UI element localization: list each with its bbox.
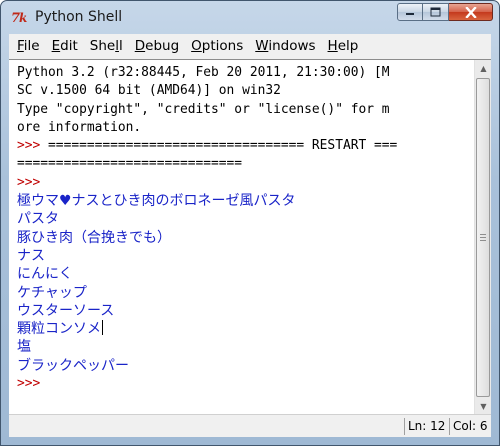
menu-windows[interactable]: Windows [249,34,321,59]
shell-editor[interactable]: Python 3.2 (r32:88445, Feb 20 2011, 21:3… [9,59,491,415]
scroll-down-arrow-icon: ▼ [480,402,487,411]
column-number-indicator: Col: 6 [449,418,489,435]
scroll-up-button[interactable]: ▲ [476,60,491,77]
menu-shell[interactable]: Shell [84,34,129,59]
restart-separator: ================================= RESTAR… [48,138,398,154]
scrollbar-thumb[interactable] [476,78,490,397]
scrollbar-grip-icon [480,233,486,241]
status-bar: Ln: 12 Col: 6 [9,414,491,437]
output-line: 極ウマ♥ナスとひき肉のボロネーゼ風パスタ [17,193,296,210]
python-idle-icon: 7 k [11,11,27,24]
text-cursor [102,320,103,336]
shell-input-prompt[interactable]: >>> [17,375,474,393]
maximize-icon [430,7,441,17]
output-line: ブラックペッパー [17,357,129,374]
maximize-button[interactable] [423,3,449,21]
shell-text-area[interactable]: Python 3.2 (r32:88445, Feb 20 2011, 21:3… [9,60,474,415]
window-title: Python Shell [35,9,123,25]
close-icon [464,6,477,18]
output-line: ウスターソース [17,302,115,319]
menu-debug[interactable]: Debug [129,34,185,59]
restart-prompt: >>> [17,138,49,154]
scroll-up-arrow-icon: ▲ [480,64,487,73]
menu-file[interactable]: File [9,34,46,59]
output-line: 顆粒コンソメ [17,321,101,338]
scroll-down-button[interactable]: ▼ [476,398,491,415]
menu-options[interactable]: Options [185,34,249,59]
restart-line: >>> ================================= RE… [17,137,474,155]
menu-bar: File Edit Shell Debug Options Windows He… [9,34,491,60]
output-line: パスタ [17,211,59,228]
output-line: 塩 [17,339,31,356]
output-line-with-cursor: 顆粒コンソメ [17,320,474,338]
svg-text:k: k [19,11,27,24]
output-line: にんにく [17,266,73,283]
close-button[interactable] [449,3,493,21]
banner-line: SC v.1500 64 bit (AMD64)] on win32 [17,83,281,99]
banner-line: ore information. [17,119,142,135]
minimize-icon [406,13,414,15]
vertical-scrollbar[interactable]: ▲ ▼ [474,60,491,415]
line-number-indicator: Ln: 12 [404,418,450,435]
menu-edit[interactable]: Edit [46,34,84,59]
output-line: ナス [17,247,45,264]
banner-line: Type "copyright", "credits" or "license(… [17,101,390,117]
restart-separator-continued: ============================= [17,156,243,172]
minimize-button[interactable] [397,3,423,21]
output-line: ケチャップ [17,284,87,301]
shell-prompt: >>> [17,174,41,190]
output-line: 豚ひき肉（合挽きでも） [17,229,171,246]
caption-buttons [397,3,493,22]
menu-help[interactable]: Help [322,34,365,59]
banner-line: Python 3.2 (r32:88445, Feb 20 2011, 21:3… [17,65,390,80]
python-shell-window: 7 k Python Shell File Edit Shell Debug O… [0,0,500,446]
title-bar[interactable]: 7 k Python Shell [1,1,499,33]
